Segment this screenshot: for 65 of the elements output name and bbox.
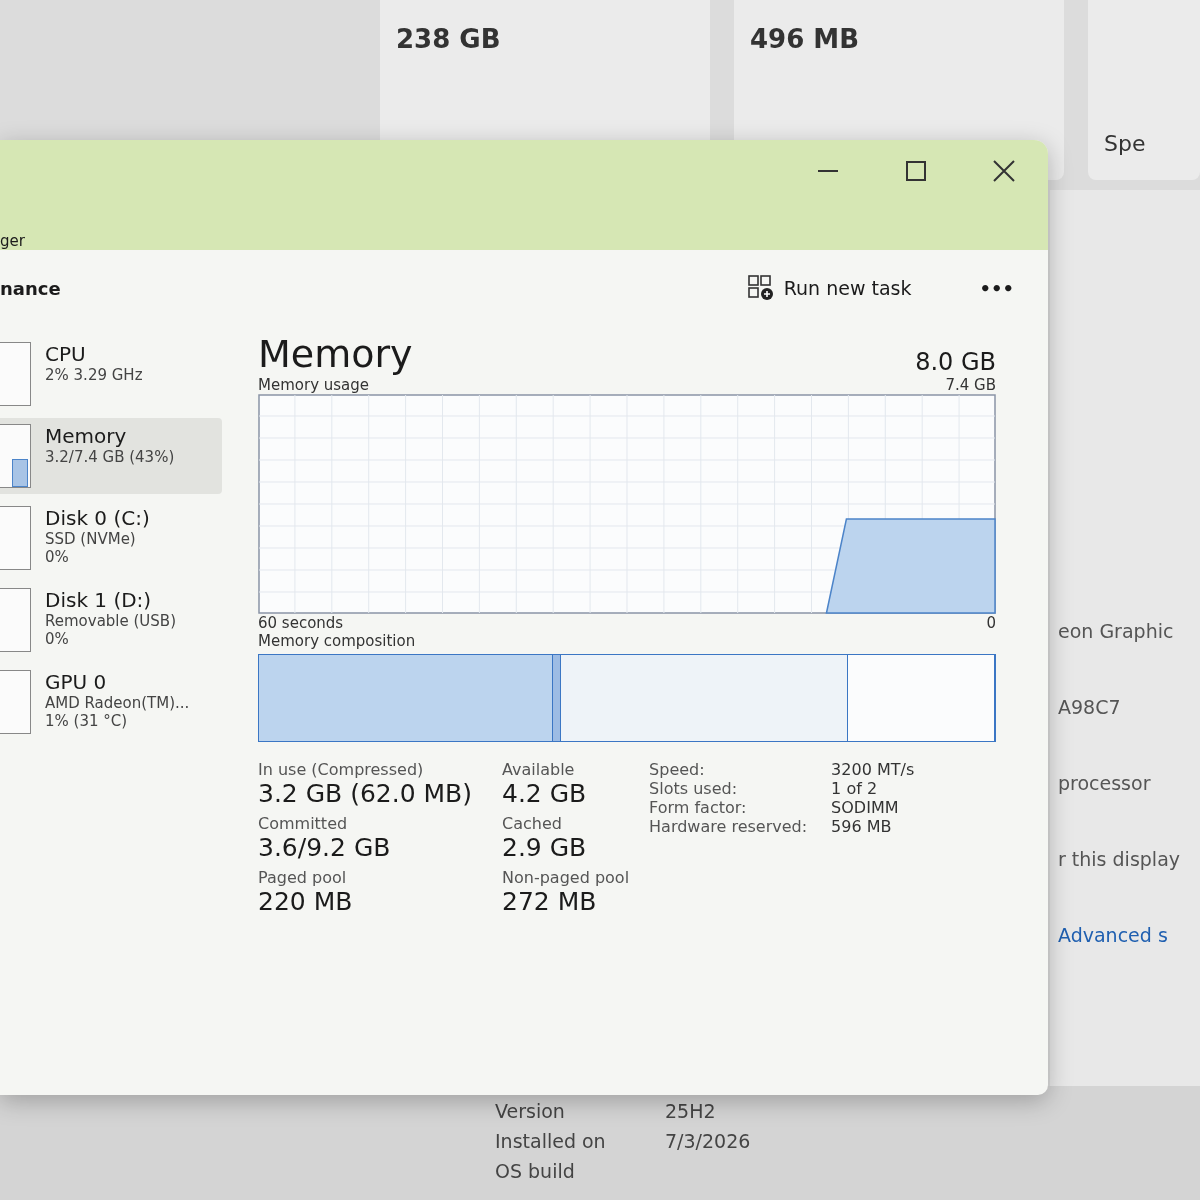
info-text: r this display <box>1058 848 1182 870</box>
item-name: Disk 1 (D:) <box>45 588 153 612</box>
info-text: processor <box>1058 772 1152 794</box>
sidebar-item[interactable]: Disk 0 (C:) SSD (NVMe) 0% <box>0 500 222 576</box>
stat-label: Committed <box>258 814 349 833</box>
detail-value: 1 of 2 <box>831 779 879 798</box>
stat-label: Available <box>502 760 576 779</box>
detail-label: Hardware reserved: <box>649 817 808 836</box>
info-label: Version <box>495 1100 566 1122</box>
stat-label: Paged pool <box>258 868 348 887</box>
maximize-icon <box>906 161 926 181</box>
advanced-link[interactable]: Advanced s <box>1058 924 1200 946</box>
sidebar-item[interactable]: Memory 3.2/7.4 GB (43%) <box>0 418 222 494</box>
info-value: 25H2 <box>665 1100 717 1122</box>
stat-value: 3.6/9.2 GB <box>258 833 392 862</box>
composition-label: Memory composition <box>258 632 417 650</box>
info-text: eon Graphic <box>1058 620 1175 642</box>
detail-value: 3200 MT/s <box>831 760 915 779</box>
item-detail: SSD (NVMe) <box>45 530 137 548</box>
item-detail: Removable (USB) <box>45 612 176 630</box>
run-new-task-button[interactable]: Run new task <box>739 269 920 307</box>
item-name: Memory <box>45 424 128 448</box>
detail-label: Form factor: <box>649 798 748 817</box>
detail-value: 596 MB <box>831 817 893 836</box>
item-detail: AMD Radeon(TM)... <box>45 694 190 712</box>
chart-min-label: 0 <box>986 614 996 632</box>
sidebar-item[interactable]: CPU 2% 3.29 GHz <box>0 336 222 412</box>
close-icon <box>993 160 1015 182</box>
chart-label: Memory usage <box>258 376 370 394</box>
item-detail: 3.2/7.4 GB (43%) <box>45 448 175 466</box>
info-text: A98C7 <box>1058 696 1122 718</box>
stat-label: In use (Compressed) <box>258 760 425 779</box>
stat-value: 3.2 GB (62.0 MB) <box>258 779 472 808</box>
chart-max-label: 7.4 GB <box>945 376 996 394</box>
stat-value: 4.2 GB <box>502 779 588 808</box>
stat-value: 272 MB <box>502 887 598 916</box>
window-title: ger <box>0 232 25 250</box>
detail-label: Speed: <box>649 760 706 779</box>
item-name: GPU 0 <box>45 670 108 694</box>
detail-label: Slots used: <box>649 779 739 798</box>
memory-title: Memory <box>258 332 413 376</box>
stat-label: Cached <box>502 814 563 833</box>
stat-label: Non-paged pool <box>502 868 630 887</box>
minimize-icon <box>818 170 838 172</box>
page-title: nance <box>0 277 61 299</box>
info-label: Installed on <box>495 1130 607 1152</box>
info-label: OS build <box>495 1160 576 1182</box>
card-label: Spe <box>1088 0 1200 180</box>
stat-value: 2.9 GB <box>502 833 588 862</box>
detail-value: SODIMM <box>831 798 900 817</box>
item-detail: 2% 3.29 GHz <box>45 366 143 384</box>
sidebar-item[interactable]: GPU 0 AMD Radeon(TM)... 1% (31 °C) <box>0 664 222 740</box>
item-name: Disk 0 (C:) <box>45 506 150 530</box>
info-value: 7/3/2026 <box>665 1130 752 1152</box>
more-button[interactable]: ••• <box>975 273 1018 303</box>
item-name: CPU <box>45 342 87 366</box>
item-detail: 0% <box>45 548 70 566</box>
time-span-label: 60 seconds <box>258 614 344 632</box>
item-detail: 0% <box>45 630 70 648</box>
stat-value: 220 MB <box>258 887 354 916</box>
sidebar-item[interactable]: Disk 1 (D:) Removable (USB) 0% <box>0 582 222 658</box>
memory-total: 8.0 GB <box>915 348 996 376</box>
mini-graph <box>0 424 31 488</box>
item-detail: 1% (31 °C) <box>45 712 129 730</box>
new-task-icon <box>747 275 774 301</box>
